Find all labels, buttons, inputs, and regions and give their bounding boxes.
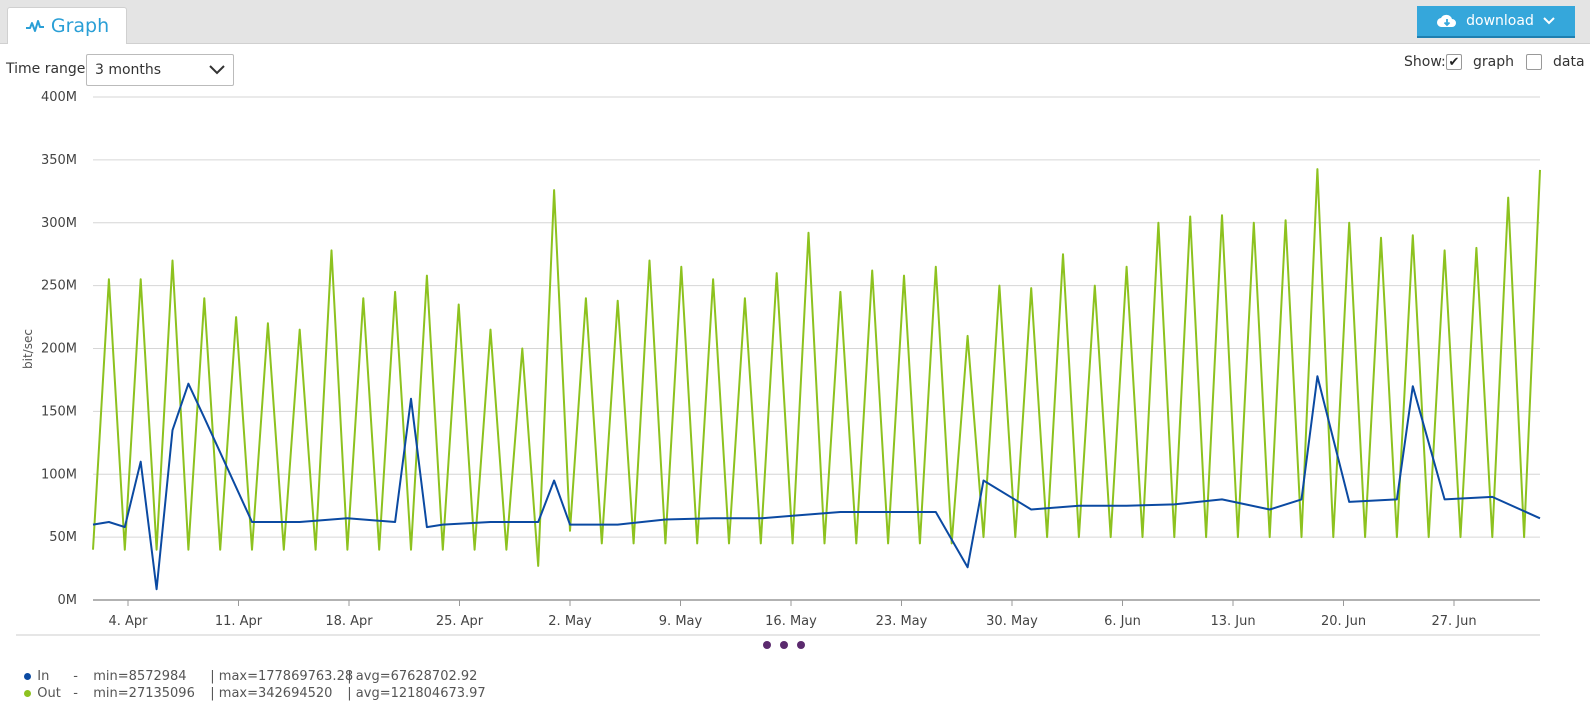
x-axis-ticks: 4. Apr 11. Apr 18. Apr 25. Apr 2. May 9. May 1… bbox=[108, 600, 1477, 629]
x-tick-label: 13. Jun bbox=[1210, 614, 1255, 629]
x-tick-label: 6. Jun bbox=[1104, 614, 1141, 629]
chevron-down-icon bbox=[1543, 17, 1555, 25]
x-tick-label: 11. Apr bbox=[215, 614, 263, 629]
legend-out-name: Out bbox=[37, 686, 61, 701]
top-bar: Graph download bbox=[0, 0, 1590, 44]
tab-graph-label: Graph bbox=[50, 15, 110, 37]
y-tick-label: 200M bbox=[41, 342, 77, 357]
download-label: download bbox=[1466, 13, 1534, 29]
y-axis-ticks: 0M 50M 100M 150M 200M 250M 300M 350M 400M bbox=[41, 90, 77, 608]
cloud-download-icon bbox=[1437, 14, 1457, 28]
x-tick-label: 9. May bbox=[659, 614, 703, 629]
y-tick-label: 50M bbox=[49, 530, 77, 545]
download-button[interactable]: download bbox=[1417, 6, 1575, 38]
y-axis-label: bit/sec bbox=[21, 329, 35, 369]
graph-checkbox[interactable]: ✔ bbox=[1446, 54, 1462, 70]
chart-grid bbox=[93, 96, 1540, 601]
x-tick-label: 2. May bbox=[548, 614, 592, 629]
x-tick-label: 25. Apr bbox=[436, 614, 484, 629]
y-tick-label: 100M bbox=[41, 467, 77, 482]
time-range-value: 3 months bbox=[95, 62, 162, 78]
legend-out-dash: - bbox=[73, 686, 78, 701]
graph-checkbox-label: graph bbox=[1473, 54, 1514, 70]
legend-out-dot bbox=[24, 690, 32, 697]
legend-out-avg: | avg=121804673.97 bbox=[347, 686, 486, 701]
data-checkbox-label: data bbox=[1553, 54, 1585, 70]
x-tick-label: 23. May bbox=[876, 614, 928, 629]
chart-series bbox=[92, 168, 1541, 591]
x-tick-label: 20. Jun bbox=[1321, 614, 1366, 629]
legend-out: Out - min=27135096 | max=342694520 | avg=121… bbox=[16, 671, 486, 701]
y-tick-label: 350M bbox=[41, 153, 77, 168]
x-tick-label: 16. May bbox=[765, 614, 817, 629]
y-tick-label: 0M bbox=[58, 593, 78, 608]
show-label: Show: bbox=[1404, 54, 1446, 70]
pager-dot[interactable] bbox=[763, 641, 771, 649]
x-tick-label: 4. Apr bbox=[108, 614, 148, 629]
traffic-chart: 0M 50M 100M 150M 200M 250M 300M 350M 400M 4. Apr… bbox=[16, 90, 1541, 636]
y-tick-label: 300M bbox=[41, 216, 77, 231]
x-tick-label: 30. May bbox=[986, 614, 1038, 629]
legend-out-min: min=27135096 bbox=[93, 686, 195, 701]
activity-icon bbox=[25, 20, 44, 32]
time-range-select[interactable]: 3 months bbox=[86, 54, 234, 86]
series-line-out bbox=[92, 168, 1541, 567]
pager-dots[interactable] bbox=[763, 641, 805, 649]
data-checkbox[interactable] bbox=[1526, 54, 1542, 70]
legend-out-max: | max=342694520 bbox=[210, 686, 333, 701]
time-range-label: Time range: bbox=[6, 61, 91, 77]
pager-dot[interactable] bbox=[797, 641, 805, 649]
y-tick-label: 150M bbox=[41, 404, 77, 419]
y-tick-label: 400M bbox=[41, 90, 77, 105]
pager-dot[interactable] bbox=[780, 641, 788, 649]
y-tick-label: 250M bbox=[41, 279, 77, 294]
x-tick-label: 27. Jun bbox=[1431, 614, 1476, 629]
x-tick-label: 18. Apr bbox=[325, 614, 373, 629]
chevron-down-icon bbox=[209, 65, 225, 75]
checkmark-icon: ✔ bbox=[1448, 54, 1460, 70]
tab-graph[interactable]: Graph bbox=[7, 7, 127, 44]
